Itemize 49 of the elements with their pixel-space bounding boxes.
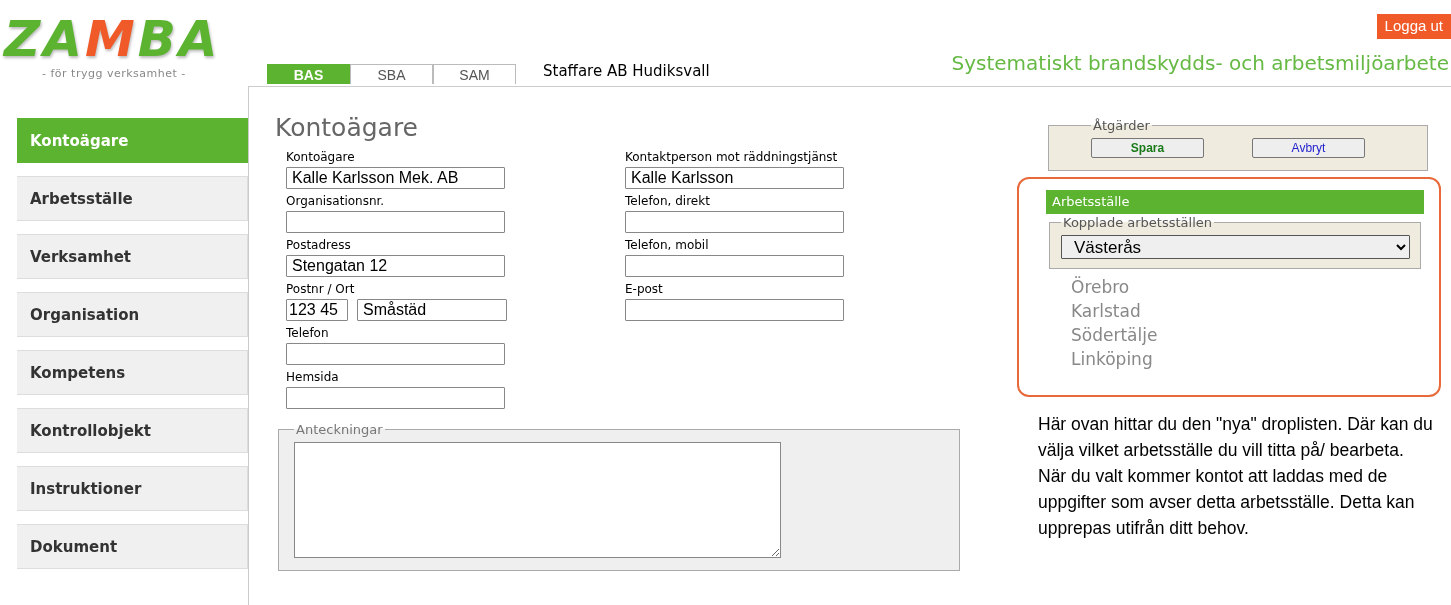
- slogan: Systematiskt brandskydds- och arbetsmiljöarbete: [951, 50, 1449, 77]
- workplace-legend: Kopplade arbetsställen: [1061, 216, 1215, 229]
- tab[interactable]: SBA: [350, 64, 433, 84]
- field-label: Telefon: [286, 326, 330, 340]
- notes-legend: Anteckningar: [294, 423, 385, 436]
- tab[interactable]: SAM: [433, 64, 516, 84]
- page-title: Kontoägare: [275, 115, 419, 140]
- field-label: Hemsida: [286, 370, 340, 384]
- notes-field[interactable]: [294, 442, 781, 558]
- input-field[interactable]: 123 45: [286, 299, 348, 321]
- dropdown-option[interactable]: Linköping: [1071, 346, 1424, 371]
- sidebar-item[interactable]: Kompetens: [17, 349, 248, 395]
- input-field[interactable]: Kalle Karlsson: [625, 167, 844, 189]
- sidebar-item[interactable]: Kontrollobjekt: [17, 407, 248, 453]
- company-name: Staffare AB Hudiksvall: [543, 60, 710, 82]
- cancel-button[interactable]: Avbryt: [1252, 138, 1365, 158]
- field-label: Postnr / Ort: [286, 282, 356, 296]
- save-button[interactable]: Spara: [1091, 138, 1204, 158]
- actions-legend: Åtgärder: [1091, 119, 1152, 132]
- input-field[interactable]: [286, 211, 505, 233]
- explanation-text: När du valt kommer kontot att laddas med de uppgifter som avser detta arbetsställe. Detta kan upprepas utifrån ditt behov.: [1038, 465, 1416, 540]
- input-field[interactable]: [625, 211, 844, 233]
- input-field[interactable]: [286, 343, 505, 365]
- field-label: Organisationsnr.: [286, 194, 386, 208]
- logo: ZAMBA: [4, 14, 222, 64]
- field-label: Postadress: [286, 238, 352, 252]
- dropdown-option[interactable]: Södertälje: [1071, 322, 1424, 347]
- field-label: Kontaktperson mot räddningstjänst: [625, 150, 839, 164]
- sidebar-item[interactable]: Verksamhet: [17, 233, 248, 279]
- input-field[interactable]: [625, 299, 844, 321]
- sidebar-item[interactable]: Instruktioner: [17, 465, 248, 511]
- section-header: Arbetsställe: [1046, 190, 1424, 214]
- sidebar-item[interactable]: Dokument: [17, 523, 248, 569]
- dropdown-option[interactable]: Karlstad: [1071, 298, 1424, 323]
- sidebar-item[interactable]: Arbetsställe: [17, 175, 248, 221]
- field-label: E-post: [625, 282, 664, 296]
- field-label: Telefon, mobil: [625, 238, 710, 252]
- input-field[interactable]: Kalle Karlsson Mek. AB: [286, 167, 505, 189]
- workplace-select[interactable]: Västerås: [1061, 235, 1410, 259]
- input-field[interactable]: Stengatan 12: [286, 255, 505, 277]
- logo-tagline: - för trygg verksamhet -: [42, 66, 187, 82]
- sidebar-item[interactable]: Organisation: [17, 291, 248, 337]
- field-label: Telefon, direkt: [625, 194, 711, 208]
- input-field[interactable]: [286, 387, 505, 409]
- input-field[interactable]: Småstäd: [357, 299, 507, 321]
- field-label: Kontoägare: [286, 150, 356, 164]
- dropdown-option[interactable]: Örebro: [1071, 274, 1424, 299]
- input-field[interactable]: [625, 255, 844, 277]
- explanation-text: Här ovan hittar du den "nya" droplisten. Där kan du välja vilket arbetsställe du vill titta på/ bearbeta.: [1038, 413, 1434, 462]
